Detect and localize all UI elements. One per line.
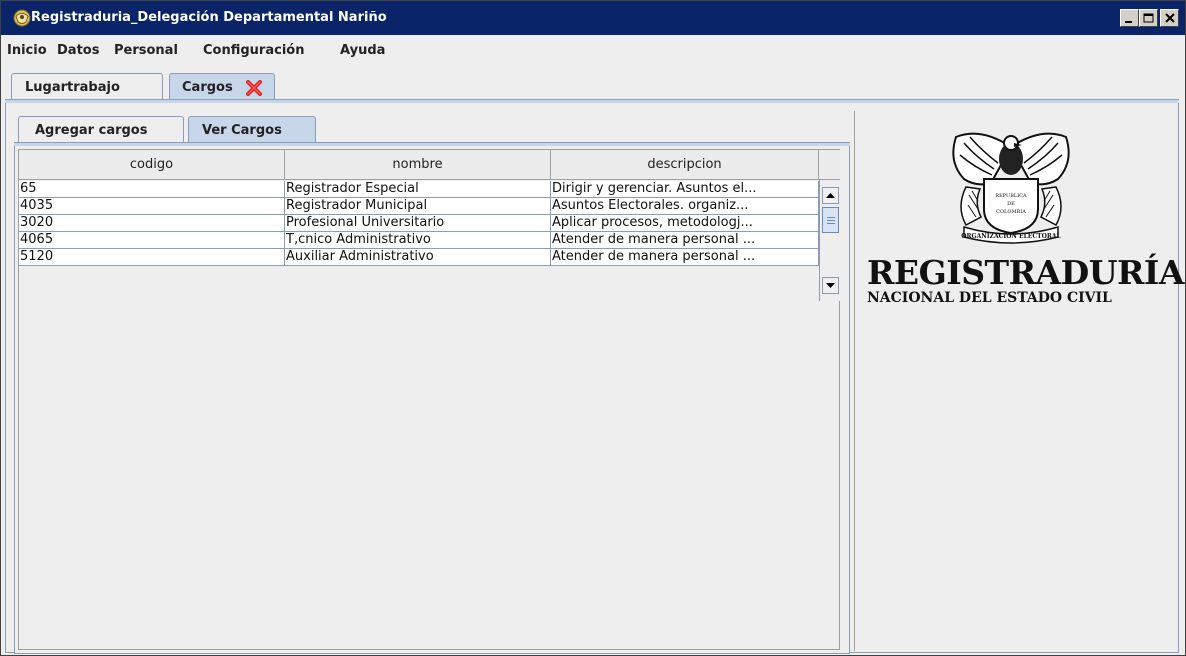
- tab-lugartrabajo-label: Lugartrabajo: [25, 80, 120, 95]
- tab-cargos-label: Cargos: [182, 80, 233, 95]
- arrow-up-icon: [826, 193, 835, 198]
- seal-text-republica: REPUBLICA: [995, 193, 1027, 199]
- seal-text-de: DE: [1007, 201, 1015, 207]
- menu-datos[interactable]: Datos: [57, 43, 99, 58]
- cell-descripcion[interactable]: Atender de manera personal ...: [551, 249, 819, 266]
- seal-text-colombia: COLOMBIA: [996, 209, 1026, 215]
- tab-cargos[interactable]: Cargos: [169, 73, 275, 100]
- column-header-nombre[interactable]: nombre: [285, 150, 551, 180]
- outer-tab-strip: [5, 99, 1179, 103]
- cell-descripcion[interactable]: Atender de manera personal ...: [551, 232, 819, 249]
- column-header-codigo-label: codigo: [129, 157, 174, 172]
- column-header-nombre-label: nombre: [392, 157, 443, 172]
- red-x-close-icon[interactable]: [246, 80, 262, 96]
- seal-text-organizacion: ORGANIZACION ELECTORAL: [961, 233, 1061, 240]
- tab-agregar-cargos[interactable]: Agregar cargos: [18, 116, 184, 143]
- tab-lugartrabajo[interactable]: Lugartrabajo: [11, 73, 163, 100]
- cell-nombre[interactable]: Registrador Municipal: [285, 198, 551, 215]
- minimize-icon: [1125, 21, 1132, 23]
- menu-ayuda[interactable]: Ayuda: [340, 43, 385, 58]
- cell-descripcion[interactable]: Asuntos Electorales. organiz...: [551, 198, 819, 215]
- registraduria-seal-icon: [13, 9, 31, 27]
- tab-ver-cargos[interactable]: Ver Cargos: [188, 116, 316, 143]
- menu-inicio[interactable]: Inicio: [7, 43, 47, 58]
- close-window-button[interactable]: [1160, 9, 1179, 27]
- menu-bar: Inicio Datos Personal Configuración Ayud…: [1, 35, 1185, 66]
- app-window: Registraduria_Delegación Departamental N…: [0, 0, 1186, 656]
- logo-title: REGISTRADURÍA: [867, 253, 1184, 292]
- maximize-icon: [1143, 13, 1154, 23]
- cell-nombre[interactable]: Auxiliar Administrativo: [285, 249, 551, 266]
- cell-codigo[interactable]: 3020: [19, 215, 285, 232]
- window-title: Registraduria_Delegación Departamental N…: [31, 10, 387, 25]
- cell-descripcion[interactable]: Aplicar procesos, metodologj...: [551, 215, 819, 232]
- maximize-button[interactable]: [1139, 9, 1158, 27]
- logo-subtitle: NACIONAL DEL ESTADO CIVIL: [867, 290, 1112, 306]
- scroll-thumb[interactable]: [822, 207, 839, 233]
- cell-descripcion[interactable]: Dirigir y gerenciar. Asuntos el...: [551, 181, 819, 198]
- column-header-descripcion-label: descripcion: [647, 157, 722, 172]
- cell-nombre[interactable]: Registrador Especial: [285, 181, 551, 198]
- inner-tab-strip: [14, 142, 850, 146]
- minimize-button[interactable]: [1120, 9, 1139, 27]
- menu-personal[interactable]: Personal: [114, 43, 178, 58]
- column-header-codigo[interactable]: codigo: [19, 150, 285, 180]
- close-icon: [1165, 13, 1175, 23]
- cell-codigo[interactable]: 4065: [19, 232, 285, 249]
- menu-configuracion[interactable]: Configuración: [203, 43, 304, 58]
- cell-nombre[interactable]: T‚cnico Administrativo: [285, 232, 551, 249]
- tab-agregar-cargos-label: Agregar cargos: [35, 123, 148, 138]
- cell-codigo[interactable]: 4035: [19, 198, 285, 215]
- table-vertical-scrollbar[interactable]: [819, 180, 840, 301]
- scroll-down-button[interactable]: [822, 277, 839, 294]
- column-header-descripcion[interactable]: descripcion: [551, 150, 819, 180]
- title-bar[interactable]: Registraduria_Delegación Departamental N…: [1, 1, 1185, 35]
- header-corner: [819, 150, 840, 180]
- scroll-up-button[interactable]: [822, 187, 839, 204]
- colombia-coat-of-arms-logo: REPUBLICA DE COLOMBIA ORGANIZACION ELECT…: [952, 132, 1070, 244]
- tab-ver-cargos-label: Ver Cargos: [202, 123, 282, 138]
- arrow-down-icon: [826, 283, 835, 288]
- cell-nombre[interactable]: Profesional Universitario: [285, 215, 551, 232]
- cell-codigo[interactable]: 5120: [19, 249, 285, 266]
- cell-codigo[interactable]: 65: [19, 181, 285, 198]
